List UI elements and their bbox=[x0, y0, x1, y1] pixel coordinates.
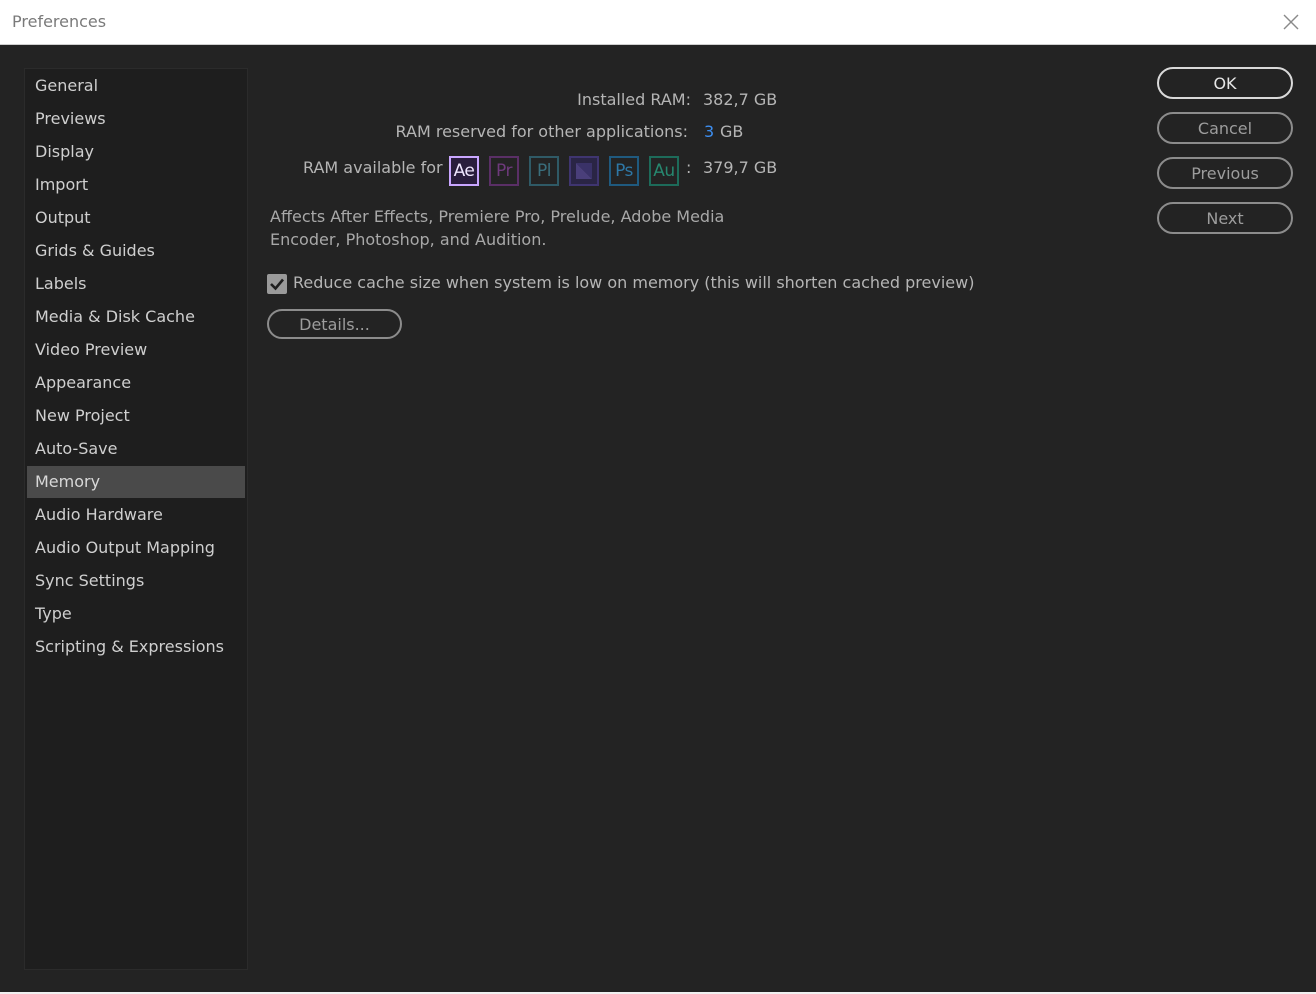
media-encoder-icon bbox=[569, 156, 599, 186]
sidebar-item-audio-output-mapping[interactable]: Audio Output Mapping bbox=[27, 532, 245, 564]
reserved-ram-label: RAM reserved for other applications: bbox=[395, 122, 688, 141]
sidebar-item-output[interactable]: Output bbox=[27, 202, 245, 234]
next-button[interactable]: Next bbox=[1157, 202, 1293, 234]
sidebar-item-appearance[interactable]: Appearance bbox=[27, 367, 245, 399]
window-title: Preferences bbox=[12, 12, 107, 31]
audition-icon: Au bbox=[649, 156, 679, 186]
reserved-ram-unit: GB bbox=[720, 122, 744, 141]
sidebar-item-video-preview[interactable]: Video Preview bbox=[27, 334, 245, 366]
reduce-cache-label[interactable]: Reduce cache size when system is low on … bbox=[293, 273, 974, 292]
photoshop-icon: Ps bbox=[609, 156, 639, 186]
previous-button[interactable]: Previous bbox=[1157, 157, 1293, 189]
premiere-pro-icon: Pr bbox=[489, 156, 519, 186]
sidebar-item-scripting-expressions[interactable]: Scripting & Expressions bbox=[27, 631, 245, 663]
sidebar-item-new-project[interactable]: New Project bbox=[27, 400, 245, 432]
title-bar: Preferences bbox=[0, 0, 1316, 45]
sidebar-item-display[interactable]: Display bbox=[27, 136, 245, 168]
after-effects-icon: Ae bbox=[449, 156, 479, 186]
sidebar-item-auto-save[interactable]: Auto-Save bbox=[27, 433, 245, 465]
sidebar-item-import[interactable]: Import bbox=[27, 169, 245, 201]
installed-ram-label: Installed RAM: bbox=[577, 90, 691, 109]
close-icon[interactable] bbox=[1282, 13, 1300, 31]
prelude-icon: Pl bbox=[529, 156, 559, 186]
reserved-ram-input[interactable]: 3 bbox=[704, 122, 714, 141]
sidebar-item-general[interactable]: General bbox=[27, 70, 245, 102]
sidebar-item-sync-settings[interactable]: Sync Settings bbox=[27, 565, 245, 597]
ram-available-label: RAM available for bbox=[303, 158, 443, 177]
affected-apps-description: Affects After Effects, Premiere Pro, Pre… bbox=[270, 207, 725, 249]
cancel-button[interactable]: Cancel bbox=[1157, 112, 1293, 144]
sidebar-item-audio-hardware[interactable]: Audio Hardware bbox=[27, 499, 245, 531]
ok-button[interactable]: OK bbox=[1157, 67, 1293, 99]
details-button[interactable]: Details... bbox=[267, 309, 402, 339]
sidebar-item-labels[interactable]: Labels bbox=[27, 268, 245, 300]
checkmark-icon bbox=[270, 278, 284, 291]
available-ram-value: 379,7 GB bbox=[703, 158, 778, 177]
installed-ram-value: 382,7 GB bbox=[703, 90, 778, 109]
sidebar-item-previews[interactable]: Previews bbox=[27, 103, 245, 135]
category-sidebar: General Previews Display Import Output G… bbox=[24, 68, 248, 970]
sidebar-item-type[interactable]: Type bbox=[27, 598, 245, 630]
sidebar-item-media-disk-cache[interactable]: Media & Disk Cache bbox=[27, 301, 245, 333]
sidebar-item-grids-guides[interactable]: Grids & Guides bbox=[27, 235, 245, 267]
available-colon: : bbox=[686, 158, 692, 177]
sidebar-item-memory[interactable]: Memory bbox=[27, 466, 245, 498]
reduce-cache-checkbox[interactable] bbox=[267, 274, 287, 294]
